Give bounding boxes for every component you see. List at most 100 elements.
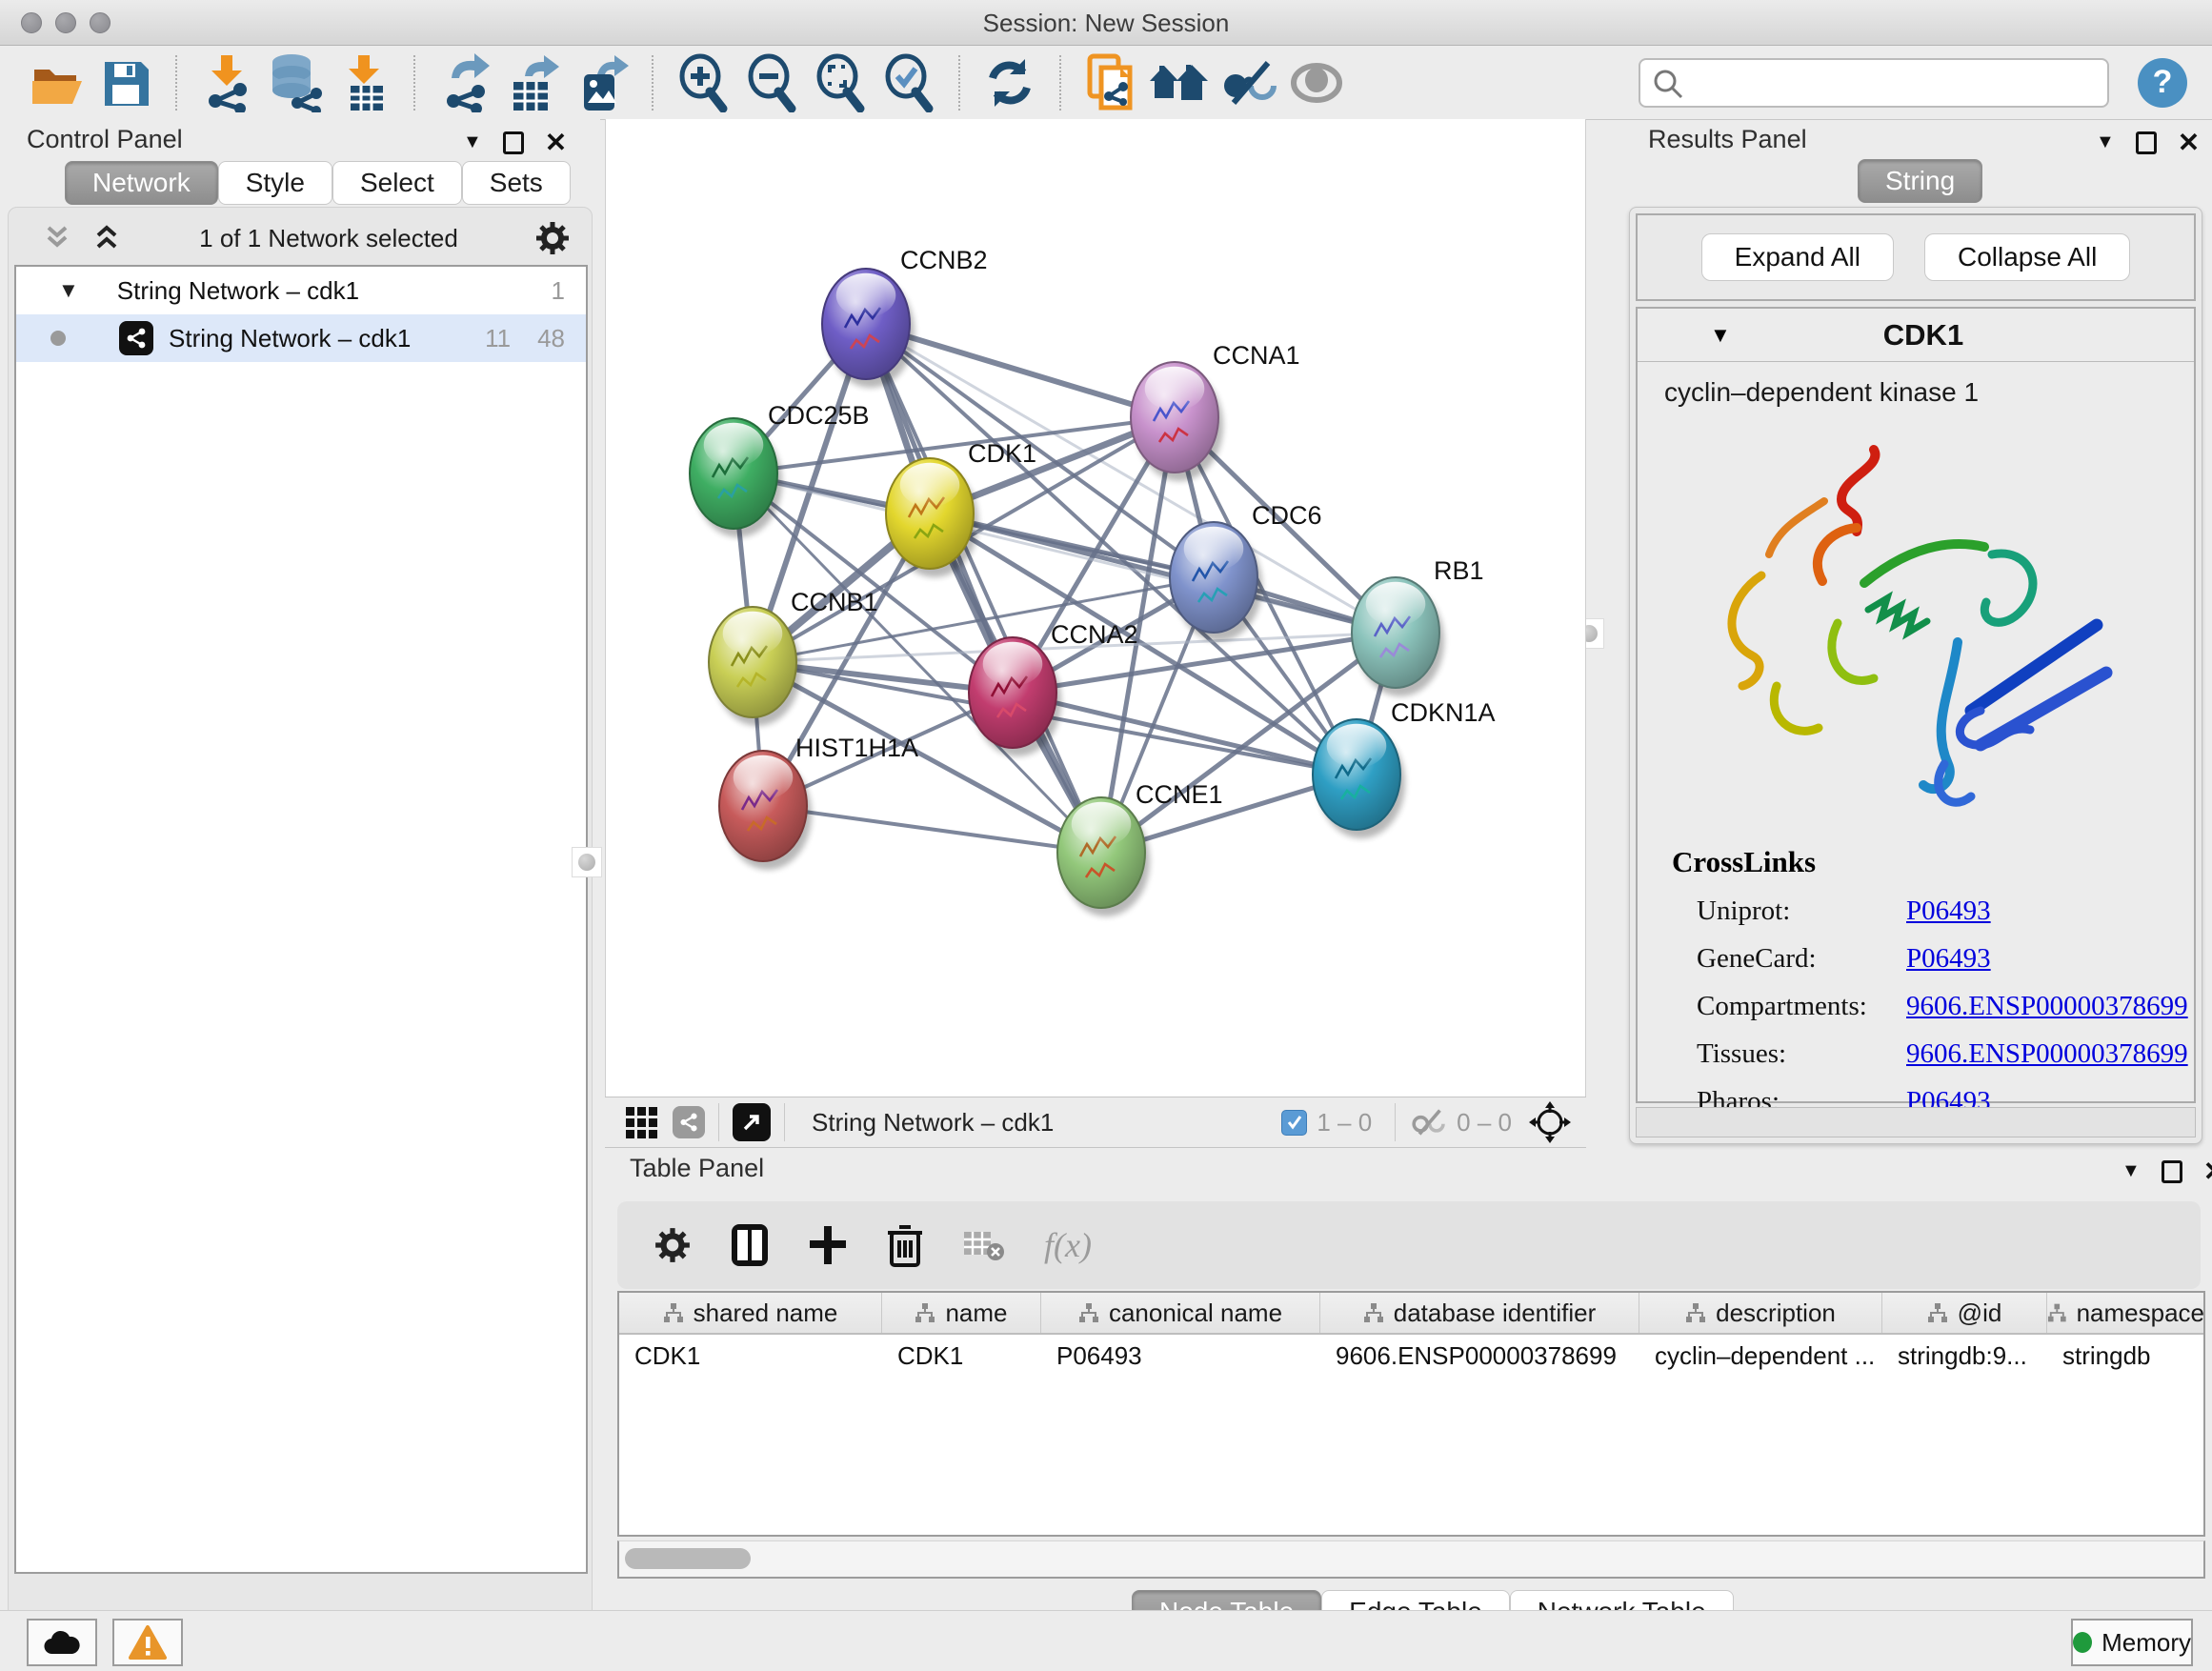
- save-session-icon[interactable]: [91, 50, 160, 115]
- function-builder-icon[interactable]: f(x): [1044, 1225, 1092, 1265]
- crosslink-link[interactable]: P06493: [1906, 943, 1991, 975]
- minimize-panel-icon[interactable]: ▼: [2122, 1160, 2141, 1182]
- network-node-CCNB2[interactable]: CCNB2: [822, 246, 988, 388]
- close-panel-icon[interactable]: ✕: [2178, 127, 2200, 158]
- network-collection-row[interactable]: ▼ String Network – cdk1 1: [16, 267, 586, 314]
- table-cell[interactable]: CDK1: [882, 1335, 1041, 1377]
- network-view[interactable]: CCNB2CCNA1CDC25BCDK1CDC6RB1CCNB1CCNA2CDK…: [605, 119, 1586, 1097]
- table-cell[interactable]: stringdb:9...: [1882, 1335, 2047, 1377]
- help-icon[interactable]: ?: [2138, 58, 2187, 108]
- float-panel-icon[interactable]: [2136, 131, 2157, 154]
- column-header-@id[interactable]: @id: [1882, 1293, 2047, 1333]
- tab-string[interactable]: String: [1858, 159, 1982, 203]
- tab-select[interactable]: Select: [332, 161, 462, 205]
- node-table[interactable]: shared namenamecanonical namedatabase id…: [617, 1291, 2205, 1537]
- expand-all-button[interactable]: Expand All: [1701, 233, 1894, 281]
- import-network-icon[interactable]: [192, 50, 261, 115]
- floppy-icon: [99, 56, 152, 110]
- selected-checkbox-icon[interactable]: [1281, 1110, 1307, 1136]
- network-node-CDKN1A[interactable]: CDKN1A: [1313, 698, 1496, 838]
- column-header-canonical-name[interactable]: canonical name: [1041, 1293, 1320, 1333]
- collapse-all-icon[interactable]: [41, 224, 73, 252]
- gear-icon[interactable]: [534, 220, 571, 256]
- close-window-button[interactable]: [21, 12, 42, 33]
- refresh-layout-icon[interactable]: [975, 50, 1044, 115]
- table-cell[interactable]: P06493: [1041, 1335, 1320, 1377]
- tab-network[interactable]: Network: [65, 161, 218, 205]
- warning-button[interactable]: [112, 1619, 183, 1666]
- pan-crosshair-icon[interactable]: [1529, 1101, 1571, 1143]
- crosslink-link[interactable]: 9606.ENSP00000378699: [1906, 1038, 2188, 1070]
- minimize-window-button[interactable]: [55, 12, 76, 33]
- table-cell[interactable]: cyclin–dependent ...: [1639, 1335, 1882, 1377]
- results-scrollbar[interactable]: [1636, 1107, 2196, 1137]
- network-selection-status: 1 of 1 Network selected: [123, 224, 534, 253]
- network-node-HIST1H1A[interactable]: HIST1H1A: [719, 734, 918, 870]
- memory-button[interactable]: Memory: [2071, 1619, 2193, 1666]
- column-header-shared-name[interactable]: shared name: [619, 1293, 882, 1333]
- network-node-CCNE1[interactable]: CCNE1: [1057, 780, 1223, 916]
- zoom-out-icon[interactable]: [737, 50, 806, 115]
- open-session-icon[interactable]: [23, 50, 91, 115]
- column-header-database-identifier[interactable]: database identifier: [1320, 1293, 1639, 1333]
- table-cell[interactable]: 9606.ENSP00000378699: [1320, 1335, 1639, 1377]
- zoom-window-button[interactable]: [90, 12, 111, 33]
- node-label: HIST1H1A: [795, 734, 918, 762]
- tab-style[interactable]: Style: [218, 161, 332, 205]
- gear-icon[interactable]: [654, 1226, 692, 1264]
- network-node-CDC6[interactable]: CDC6: [1170, 501, 1322, 641]
- tab-sets[interactable]: Sets: [462, 161, 571, 205]
- minimize-panel-icon[interactable]: ▼: [463, 131, 482, 153]
- network-canvas[interactable]: CCNB2CCNA1CDC25BCDK1CDC6RB1CCNB1CCNA2CDK…: [606, 119, 1587, 1097]
- table-horizontal-scrollbar[interactable]: [617, 1540, 2205, 1579]
- search-field[interactable]: [1639, 58, 2109, 108]
- export-network-icon[interactable]: [431, 50, 499, 115]
- table-cell[interactable]: stringdb: [2047, 1335, 2205, 1377]
- network-edge[interactable]: [866, 324, 1101, 853]
- crosslink-link[interactable]: P06493: [1906, 896, 1991, 927]
- expander-icon[interactable]: ▼: [58, 278, 79, 303]
- column-header-namespace[interactable]: namespace: [2047, 1293, 2205, 1333]
- left-splitter-handle[interactable]: [572, 847, 602, 877]
- close-panel-icon[interactable]: ✕: [545, 127, 567, 158]
- column-header-name[interactable]: name: [882, 1293, 1041, 1333]
- string-badge-icon[interactable]: [673, 1106, 705, 1138]
- clone-network-icon[interactable]: [1076, 50, 1145, 115]
- delete-table-icon[interactable]: [962, 1228, 1006, 1262]
- collapse-entry-icon[interactable]: ▼: [1710, 323, 1731, 348]
- network-node-RB1[interactable]: RB1: [1352, 556, 1484, 696]
- table-cell[interactable]: CDK1: [619, 1335, 882, 1377]
- float-panel-icon[interactable]: [2162, 1160, 2182, 1183]
- zoom-in-icon[interactable]: [669, 50, 737, 115]
- minimize-panel-icon[interactable]: ▼: [2096, 131, 2115, 153]
- import-table-icon[interactable]: [330, 50, 398, 115]
- collapse-all-button[interactable]: Collapse All: [1924, 233, 2130, 281]
- export-table-icon[interactable]: [499, 50, 568, 115]
- export-image-icon[interactable]: [568, 50, 636, 115]
- zoom-selected-icon[interactable]: [875, 50, 943, 115]
- import-database-icon[interactable]: [261, 50, 330, 115]
- table-row[interactable]: CDK1CDK1P064939606.ENSP00000378699cyclin…: [619, 1335, 2203, 1377]
- network-row-selected[interactable]: String Network – cdk1 11 48: [16, 314, 586, 362]
- cloud-button[interactable]: [27, 1619, 97, 1666]
- houses-icon[interactable]: [1145, 50, 1214, 115]
- create-column-icon[interactable]: [808, 1224, 848, 1266]
- close-panel-icon[interactable]: ✕: [2203, 1156, 2212, 1187]
- network-edge[interactable]: [930, 513, 1396, 633]
- show-columns-icon[interactable]: [730, 1222, 770, 1268]
- delete-column-icon[interactable]: [886, 1223, 924, 1267]
- column-header-description[interactable]: description: [1639, 1293, 1882, 1333]
- zoom-fit-icon[interactable]: [806, 50, 875, 115]
- eye-icon[interactable]: [1282, 50, 1351, 115]
- crosslink-link[interactable]: 9606.ENSP00000378699: [1906, 991, 2188, 1022]
- network-node-CDC25B[interactable]: CDC25B: [690, 401, 870, 537]
- expand-all-icon[interactable]: [90, 224, 123, 252]
- search-input[interactable]: [1639, 58, 2109, 108]
- glasses-slash-icon[interactable]: [1214, 50, 1282, 115]
- float-panel-icon[interactable]: [503, 131, 524, 154]
- open-in-window-icon[interactable]: [733, 1103, 771, 1141]
- birds-eye-grid-icon[interactable]: [626, 1107, 657, 1138]
- node-details-card: ▼ CDK1 cyclin–dependent kinase 1: [1636, 307, 2196, 1103]
- network-edge[interactable]: [763, 806, 1101, 853]
- edge-count: 48: [537, 324, 565, 353]
